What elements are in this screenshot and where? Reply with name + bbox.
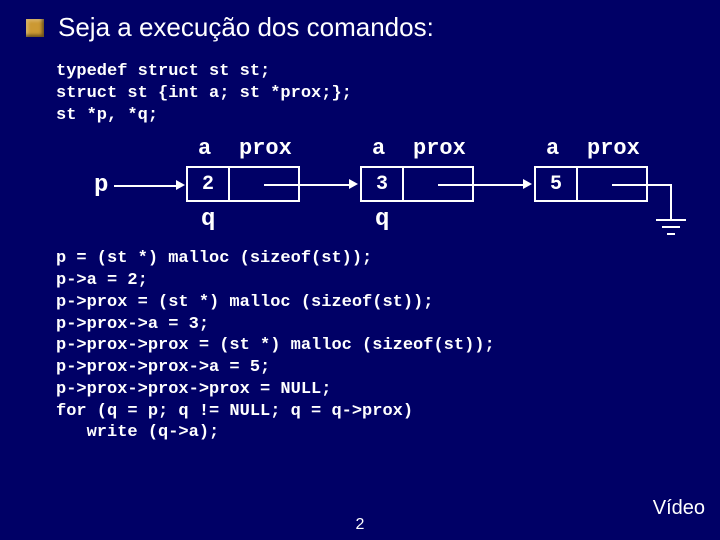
code-line: struct st {int a; st *prox;}; [56, 84, 352, 103]
node3-a: 5 [534, 166, 578, 202]
code-block-1: p = (st *) malloc (sizeof(st)); p->a = 2… [56, 248, 694, 444]
node2-a: 3 [360, 166, 404, 202]
page-number: 2 [356, 516, 365, 534]
col-header-prox: prox [587, 136, 640, 161]
col-header-a: a [546, 136, 559, 161]
bullet-icon [26, 19, 44, 37]
code-line: p->prox = (st *) malloc (sizeof(st)); [56, 293, 433, 312]
arrow-line [670, 184, 672, 219]
arrow-line [264, 184, 349, 186]
arrow-head-icon [176, 180, 185, 190]
pointer-p-label: p [94, 172, 108, 199]
arrow-line [438, 184, 523, 186]
col-header-a: a [372, 136, 385, 161]
arrow-line [114, 185, 176, 187]
code-line: write (q->a); [56, 423, 219, 442]
code-line: typedef struct st st; [56, 62, 270, 81]
arrow-line [612, 184, 672, 186]
page-title: Seja a execução dos comandos: [58, 12, 434, 43]
ground-icon [656, 219, 686, 221]
code-line: p->prox->prox->a = 5; [56, 358, 270, 377]
code-line: p = (st *) malloc (sizeof(st)); [56, 249, 372, 268]
col-header-prox: prox [413, 136, 466, 161]
node1-a: 2 [186, 166, 230, 202]
col-header-a: a [198, 136, 211, 161]
code-line: p->prox->prox->prox = NULL; [56, 380, 331, 399]
pointer-q-label: q [375, 206, 389, 233]
ground-icon [667, 233, 675, 235]
arrow-head-icon [523, 179, 532, 189]
code-line: p->prox->prox = (st *) malloc (sizeof(st… [56, 336, 495, 355]
arrow-head-icon [349, 179, 358, 189]
code-block-0: typedef struct st st; struct st {int a; … [56, 61, 694, 126]
ground-icon [662, 226, 680, 228]
code-line: p->a = 2; [56, 271, 148, 290]
code-line: p->prox->a = 3; [56, 315, 209, 334]
pointer-q-label: q [201, 206, 215, 233]
linked-list-diagram: p a prox 2 q a prox 3 q a prox 5 [56, 136, 694, 244]
col-header-prox: prox [239, 136, 292, 161]
code-line: st *p, *q; [56, 106, 158, 125]
code-line: for (q = p; q != NULL; q = q->prox) [56, 402, 413, 421]
video-link[interactable]: Vídeo [653, 497, 705, 520]
